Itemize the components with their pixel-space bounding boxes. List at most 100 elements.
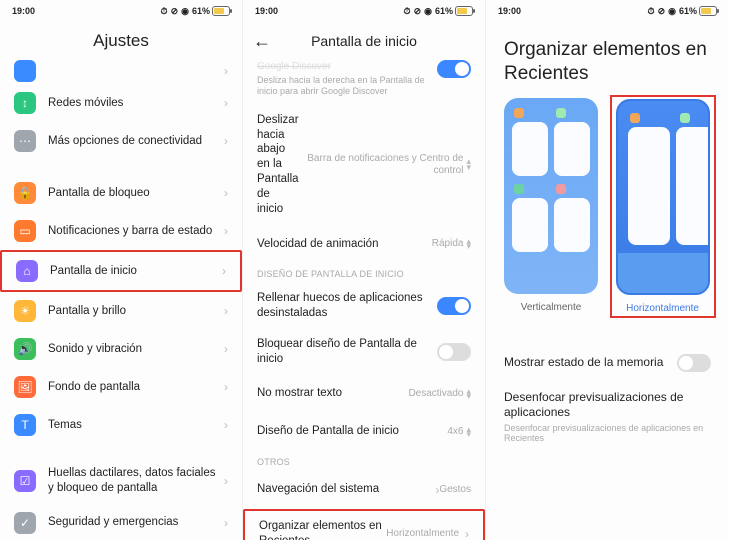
setting-label: Bloquear diseño de Pantalla de inicio (257, 337, 437, 367)
screen-recents-layout: 19:00 ⏱ ⊘ ◉ 61% Organizar elementos en R… (486, 0, 729, 540)
setting-label: Navegación del sistema (257, 482, 429, 497)
setting-label: Pantalla y brillo (48, 304, 218, 319)
setting-icon: ↕ (14, 92, 36, 114)
option-horizontal[interactable]: Horizontalmente (610, 95, 716, 318)
chevron-right-icon: › (224, 186, 228, 200)
setting-label: Huellas dactilares, datos faciales y blo… (48, 466, 218, 496)
setting-value: Barra de notificaciones y Centro de cont… (299, 153, 464, 177)
setting-icon: ☀ (14, 300, 36, 322)
status-bar: 19:00 ⏱ ⊘ ◉ 61% (0, 0, 242, 22)
alarm-icon: ⏱ (648, 6, 655, 17)
chevron-right-icon: › (224, 134, 228, 148)
chevron-right-icon: › (224, 64, 228, 78)
setting-row[interactable]: Deslizar hacia abajo en la Pantalla de i… (243, 105, 485, 226)
settings-row[interactable]: 🔊 Sonido y vibración › (0, 330, 242, 368)
status-time: 19:00 (255, 6, 278, 16)
settings-row[interactable]: ☑ Huellas dactilares, datos faciales y bl… (0, 458, 242, 504)
setting-label: Pantalla de bloqueo (48, 186, 218, 201)
chevron-right-icon: › (224, 96, 228, 110)
setting-row[interactable]: Diseño de Pantalla de inicio4x6▴▾ (243, 413, 485, 451)
toggle-switch[interactable] (437, 297, 471, 315)
setting-row-blur[interactable]: Desenfocar previsualizaciones de aplicac… (486, 384, 729, 457)
battery-indicator: 61% (192, 6, 230, 16)
setting-label: Deslizar hacia abajo en la Pantalla de i… (257, 113, 299, 218)
setting-label: Organizar elementos en Recientes (259, 519, 386, 540)
setting-label: Notificaciones y barra de estado (48, 224, 218, 239)
settings-row[interactable]: ↕ Redes móviles › (0, 84, 242, 122)
status-time: 19:00 (12, 6, 35, 16)
setting-label: Temas (48, 418, 218, 433)
back-button[interactable]: ← (253, 32, 271, 50)
settings-row[interactable]: 🔒 Pantalla de bloqueo › (0, 174, 242, 212)
wifi-icon: ◉ (668, 6, 676, 17)
preview-vertical (504, 98, 598, 294)
section-label: OTROS (243, 451, 485, 471)
setting-label: No mostrar texto (257, 386, 408, 401)
setting-row[interactable]: Navegación del sistema›Gestos (243, 471, 485, 509)
preview-horizontal (616, 99, 710, 295)
setting-label: Fondo de pantalla (48, 380, 218, 395)
chevron-right-icon: › (224, 304, 228, 318)
setting-label: Velocidad de animación (257, 237, 432, 252)
header: Ajustes (0, 22, 242, 60)
settings-row[interactable]: ⌂Pantalla de inicio› (0, 250, 242, 292)
setting-label: Sonido y vibración (48, 342, 218, 357)
chevron-right-icon: › (224, 516, 228, 530)
settings-row[interactable]: 🖼 Fondo de pantalla › (0, 368, 242, 406)
chevron-right-icon: › (224, 342, 228, 356)
setting-row[interactable]: Velocidad de animaciónRápida▴▾ (243, 225, 485, 263)
dnd-icon: ⊘ (171, 6, 179, 17)
page-title: Ajustes (93, 31, 149, 51)
setting-icon: ✓ (14, 512, 36, 534)
setting-row-memory[interactable]: Mostrar estado de la memoria (486, 342, 729, 384)
screen-homescreen-settings: 19:00 ⏱ ⊘ ◉ 61% ← Pantalla de inicio Goo… (243, 0, 486, 540)
setting-row[interactable]: Bloquear diseño de Pantalla de inicio (243, 329, 485, 375)
setting-icon: ☑ (14, 470, 36, 492)
setting-row[interactable]: Rellenar huecos de aplicaciones desinsta… (243, 283, 485, 329)
stepper-icon: ▴▾ (466, 427, 471, 438)
setting-label: Rellenar huecos de aplicaciones desinsta… (257, 291, 437, 321)
header: ← Pantalla de inicio (243, 22, 485, 60)
settings-row[interactable]: ✓ Seguridad y emergencias › (0, 504, 242, 540)
setting-label: Diseño de Pantalla de inicio (257, 424, 447, 439)
chevron-right-icon: › (224, 380, 228, 394)
settings-row[interactable]: ▭Notificaciones y barra de estado› (0, 212, 242, 250)
screen-settings: 19:00 ⏱ ⊘ ◉ 61% Ajustes › ↕ Redes móviles… (0, 0, 243, 540)
page-title: Organizar elementos en Recientes (486, 22, 729, 98)
settings-row[interactable]: ☀ Pantalla y brillo › (0, 292, 242, 330)
wifi-icon: ◉ (181, 6, 189, 17)
setting-icon: 🖼 (14, 376, 36, 398)
setting-icon: ⌂ (16, 260, 38, 282)
setting-icon: ▭ (14, 220, 36, 242)
setting-label: Seguridad y emergencias (48, 515, 218, 530)
status-bar: 19:00 ⏱ ⊘ ◉ 61% (486, 0, 729, 22)
stepper-icon: ▴▾ (466, 159, 471, 170)
setting-icon: 🔒 (14, 182, 36, 204)
settings-row[interactable]: TTemas› (0, 406, 242, 444)
settings-stub-row[interactable]: › (0, 60, 242, 84)
chevron-right-icon: › (224, 474, 228, 488)
setting-row[interactable]: No mostrar textoDesactivado▴▾ (243, 375, 485, 413)
option-vertical[interactable]: Verticalmente (502, 98, 600, 316)
setting-subtitle: Desliza hacia la derecha en la Pantalla … (257, 75, 437, 97)
chevron-right-icon: › (224, 418, 228, 432)
setting-row-discover[interactable]: Google Discover Desliza hacia la derecha… (243, 60, 485, 105)
setting-icon: 🔊 (14, 338, 36, 360)
battery-indicator: 61% (679, 6, 717, 16)
setting-value: Gestos (439, 484, 471, 496)
alarm-icon: ⏱ (161, 6, 168, 17)
setting-value: Desactivado (408, 388, 463, 400)
settings-row[interactable]: ⋯Más opciones de conectividad› (0, 122, 242, 160)
setting-label: Más opciones de conectividad (48, 134, 218, 149)
setting-label: Redes móviles (48, 96, 218, 111)
setting-row[interactable]: Organizar elementos en RecientesHorizont… (243, 509, 485, 540)
setting-value: Horizontalmente (386, 528, 459, 540)
toggle-switch[interactable] (437, 60, 471, 78)
toggle-switch[interactable] (677, 354, 711, 372)
status-time: 19:00 (498, 6, 521, 16)
status-bar: 19:00 ⏱ ⊘ ◉ 61% (243, 0, 485, 22)
toggle-switch[interactable] (437, 343, 471, 361)
setting-label: Pantalla de inicio (50, 264, 216, 279)
option-label: Verticalmente (521, 302, 582, 313)
wifi-icon: ◉ (424, 6, 432, 17)
